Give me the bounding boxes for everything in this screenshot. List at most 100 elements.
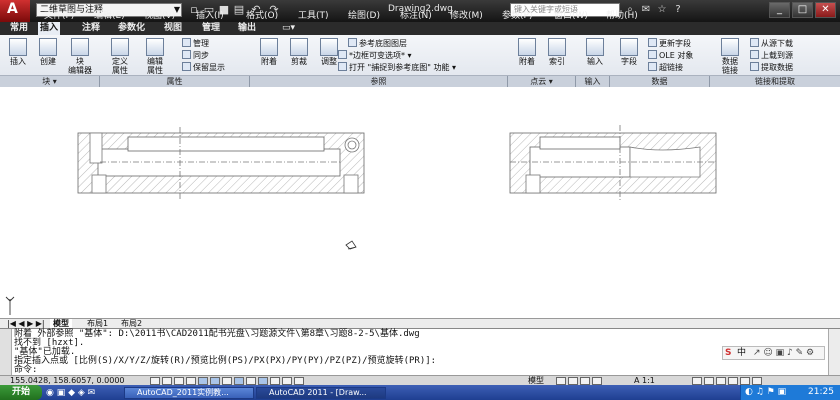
- menu-help[interactable]: 帮助(H): [606, 11, 638, 22]
- quick-launch-icons[interactable]: ◉ ▣ ◆ ◈ ✉: [46, 387, 122, 399]
- ime-toolbar[interactable]: S 中 ↗ ☺ ▣ ♪ ✎ ⚙: [722, 346, 825, 360]
- panel-title-block[interactable]: 块 ▾: [0, 76, 100, 87]
- lineweight-icon[interactable]: [270, 377, 280, 385]
- menu-parametric[interactable]: 参数(P): [502, 11, 532, 22]
- block-editor-button[interactable]: 块编辑器: [64, 38, 96, 75]
- retain-display-icon: [182, 62, 191, 71]
- selection-cycling-icon[interactable]: [294, 377, 304, 385]
- infer-constraints-icon[interactable]: [150, 377, 160, 385]
- taskbar-item-autocad[interactable]: AutoCAD 2011 - [Draw...: [256, 387, 386, 399]
- lock-icon[interactable]: [704, 377, 714, 385]
- clean-screen-icon[interactable]: [752, 377, 762, 385]
- menu-dimension[interactable]: 标注(N): [400, 11, 432, 22]
- menu-modify[interactable]: 修改(M): [450, 11, 483, 22]
- menu-draw[interactable]: 绘图(D): [348, 11, 380, 22]
- tab-output[interactable]: 输出: [236, 22, 258, 35]
- hardware-acceleration-icon[interactable]: [716, 377, 726, 385]
- frame-icon: [338, 50, 347, 59]
- menu-edit[interactable]: 编辑(E): [94, 11, 125, 22]
- 3d-osnap-icon[interactable]: [222, 377, 232, 385]
- ole-icon: [648, 50, 657, 59]
- tab-parametric[interactable]: 参数化: [116, 22, 147, 35]
- object-snap-tracking-icon[interactable]: [234, 377, 244, 385]
- coordinates-readout[interactable]: 155.0428, 158.6057, 0.0000: [10, 376, 125, 385]
- snap-icon: [338, 62, 347, 71]
- ortho-mode-icon[interactable]: [186, 377, 196, 385]
- field-button[interactable]: 字段: [616, 38, 642, 66]
- grid-display-icon[interactable]: [174, 377, 184, 385]
- index-icon: [548, 38, 566, 56]
- annotation-scale[interactable]: A 1:1: [634, 376, 655, 385]
- quick-properties-icon[interactable]: [282, 377, 292, 385]
- ribbon-options-icon[interactable]: ▭▾: [280, 22, 297, 35]
- extract-data-button[interactable]: 提取数据: [750, 62, 793, 73]
- dynamic-input-icon[interactable]: [258, 377, 268, 385]
- update-fields-button[interactable]: 更新字段: [648, 38, 691, 49]
- status-bar-menu-icon[interactable]: [740, 377, 750, 385]
- zoom-icon[interactable]: [592, 377, 602, 385]
- menu-file[interactable]: 文件(F): [44, 11, 74, 22]
- polar-tracking-icon[interactable]: [198, 377, 208, 385]
- tab-annotate[interactable]: 注释: [80, 22, 102, 35]
- pointcloud-icon: [518, 38, 536, 56]
- underlay-layers-button[interactable]: 参考底图图层: [348, 38, 407, 49]
- attach-reference-button[interactable]: 附着: [256, 38, 282, 66]
- snap-mode-icon[interactable]: [162, 377, 172, 385]
- upload-to-source-button[interactable]: 上载到源: [750, 50, 793, 61]
- insert-block-button[interactable]: 插入: [4, 38, 32, 66]
- model-space-toggle[interactable]: 模型: [528, 376, 544, 385]
- define-attributes-icon: [111, 38, 129, 56]
- tray-icons[interactable]: ◐ ♫ ⚑ ▣: [745, 387, 786, 397]
- panel-title-data: 数据: [610, 76, 710, 87]
- import-button[interactable]: 输入: [582, 38, 608, 66]
- application-menu-button[interactable]: A: [0, 0, 30, 22]
- sync-attributes-button[interactable]: 同步: [182, 50, 209, 61]
- command-input[interactable]: 命令:: [14, 366, 37, 375]
- drawing-canvas[interactable]: [0, 87, 840, 318]
- manage-icon: [182, 38, 191, 47]
- tab-manage[interactable]: 管理: [200, 22, 222, 35]
- tab-insert[interactable]: 插入: [38, 22, 61, 35]
- clip-button[interactable]: 剪裁: [286, 38, 312, 66]
- taskbar-item-acad-tutorial[interactable]: AutoCAD_2011实例教...: [124, 387, 254, 399]
- quick-view-layouts-icon[interactable]: [556, 377, 566, 385]
- menu-view[interactable]: 视图(V): [144, 11, 175, 22]
- data-link-button[interactable]: 数据 链接: [716, 38, 744, 75]
- dynamic-ucs-icon[interactable]: [246, 377, 256, 385]
- menu-format[interactable]: 格式(O): [246, 11, 278, 22]
- object-snap-icon[interactable]: [210, 377, 220, 385]
- quick-view-drawings-icon[interactable]: [568, 377, 578, 385]
- workspace-switching-icon[interactable]: [692, 377, 702, 385]
- define-attributes-button[interactable]: 定义 属性: [106, 38, 134, 75]
- menu-window[interactable]: 窗口(W): [554, 11, 588, 22]
- cursor-icon: [345, 240, 357, 250]
- isolate-objects-icon[interactable]: [728, 377, 738, 385]
- sync-icon: [182, 50, 191, 59]
- start-button[interactable]: 开始: [0, 385, 42, 400]
- insert-block-icon: [9, 38, 27, 56]
- retain-display-button[interactable]: 保留显示: [182, 62, 225, 73]
- frame-options-dropdown[interactable]: *边框可变选项* ▾: [338, 50, 412, 61]
- download-from-source-button[interactable]: 从源下载: [750, 38, 793, 49]
- tab-view[interactable]: 视图: [162, 22, 184, 35]
- command-window-gutter: [0, 329, 12, 375]
- taskbar-clock[interactable]: 21:25: [808, 387, 834, 397]
- tab-home[interactable]: 常用: [8, 22, 30, 35]
- pan-icon[interactable]: [580, 377, 590, 385]
- attach-icon: [260, 38, 278, 56]
- menu-insert[interactable]: 插入(I): [196, 11, 224, 22]
- pointcloud-index-button[interactable]: 索引: [544, 38, 570, 66]
- edit-attributes-button[interactable]: 编辑 属性: [140, 38, 170, 75]
- hyperlink-button[interactable]: 超链接: [648, 62, 683, 73]
- manage-attributes-button[interactable]: 管理: [182, 38, 209, 49]
- create-block-button[interactable]: 创建: [34, 38, 62, 66]
- underlay-snap-dropdown[interactable]: 打开 "捕捉到参考底图" 功能 ▾: [338, 62, 456, 73]
- status-bar: 155.0428, 158.6057, 0.0000 模型 A 1:1: [0, 375, 840, 385]
- pointcloud-attach-button[interactable]: 附着: [514, 38, 540, 66]
- menu-tools[interactable]: 工具(T): [298, 11, 329, 22]
- ole-object-button[interactable]: OLE 对象: [648, 50, 693, 61]
- panel-title-pointcloud[interactable]: 点云 ▾: [508, 76, 576, 87]
- side-view-section: [509, 125, 717, 201]
- edit-attributes-icon: [146, 38, 164, 56]
- command-scrollbar[interactable]: [828, 329, 840, 375]
